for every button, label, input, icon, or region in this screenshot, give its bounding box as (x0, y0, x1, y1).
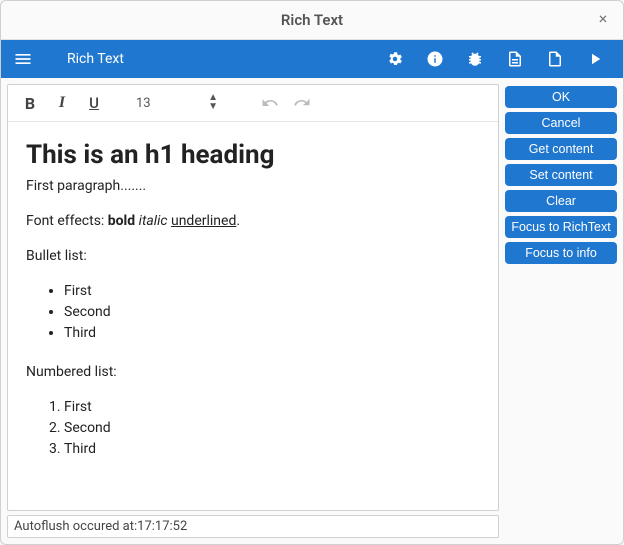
effects-prefix: Font effects: (26, 213, 108, 229)
gear-icon[interactable] (379, 43, 411, 75)
close-icon[interactable]: × (593, 9, 613, 29)
undo-button[interactable] (256, 89, 284, 117)
underline-button[interactable]: U (80, 89, 108, 117)
body-area: B I U 13 ▲▼ This is an h (1, 78, 623, 544)
redo-button[interactable] (288, 89, 316, 117)
clear-button[interactable]: Clear (505, 190, 617, 212)
list-item: First (64, 281, 480, 302)
italic-button[interactable]: I (48, 89, 76, 117)
paragraph-effects: Font effects: bold italic underlined. (26, 211, 480, 232)
app-window: Rich Text × Rich Text B (0, 0, 624, 545)
editor-toolbar: B I U 13 ▲▼ (8, 85, 498, 122)
focus-richtext-button[interactable]: Focus to RichText (505, 216, 617, 238)
status-bar: Autoflush occured at:17:17:52 (7, 515, 499, 538)
editor-content[interactable]: This is an h1 heading First paragraph...… (8, 122, 498, 510)
get-content-button[interactable]: Get content (505, 138, 617, 160)
bullet-list: First Second Third (26, 281, 480, 344)
effects-suffix: . (236, 213, 240, 229)
left-column: B I U 13 ▲▼ This is an h (7, 84, 499, 538)
underline-sample: underlined (171, 213, 236, 229)
italic-sample: italic (139, 213, 168, 229)
bold-button[interactable]: B (16, 89, 44, 117)
focus-info-button[interactable]: Focus to info (505, 242, 617, 264)
ok-button[interactable]: OK (505, 86, 617, 108)
action-buttons-column: OK Cancel Get content Set content Clear … (505, 84, 617, 538)
list-item: First (64, 397, 480, 418)
document-icon[interactable] (499, 43, 531, 75)
debug-icon[interactable] (459, 43, 491, 75)
editor-panel: B I U 13 ▲▼ This is an h (7, 84, 499, 511)
hamburger-menu-icon[interactable] (9, 45, 37, 73)
app-bar: Rich Text (1, 40, 623, 78)
bold-sample: bold (108, 213, 135, 229)
list-item: Third (64, 323, 480, 344)
list-item: Second (64, 302, 480, 323)
numbered-list: First Second Third (26, 397, 480, 460)
cancel-button[interactable]: Cancel (505, 112, 617, 134)
bullet-list-label: Bullet list: (26, 246, 480, 267)
chevron-up-down-icon: ▲▼ (208, 93, 218, 111)
numbered-list-label: Numbered list: (26, 362, 480, 383)
info-icon[interactable] (419, 43, 451, 75)
titlebar: Rich Text × (1, 1, 623, 40)
font-size-select[interactable]: 13 ▲▼ (130, 90, 222, 116)
play-icon[interactable] (579, 43, 611, 75)
list-item: Second (64, 418, 480, 439)
app-title: Rich Text (67, 51, 124, 67)
set-content-button[interactable]: Set content (505, 164, 617, 186)
heading-h1: This is an h1 heading (26, 140, 480, 170)
paragraph-first: First paragraph....... (26, 176, 480, 197)
font-size-value: 13 (136, 96, 151, 111)
list-item: Third (64, 439, 480, 460)
window-title: Rich Text (281, 11, 343, 29)
new-document-icon[interactable] (539, 43, 571, 75)
